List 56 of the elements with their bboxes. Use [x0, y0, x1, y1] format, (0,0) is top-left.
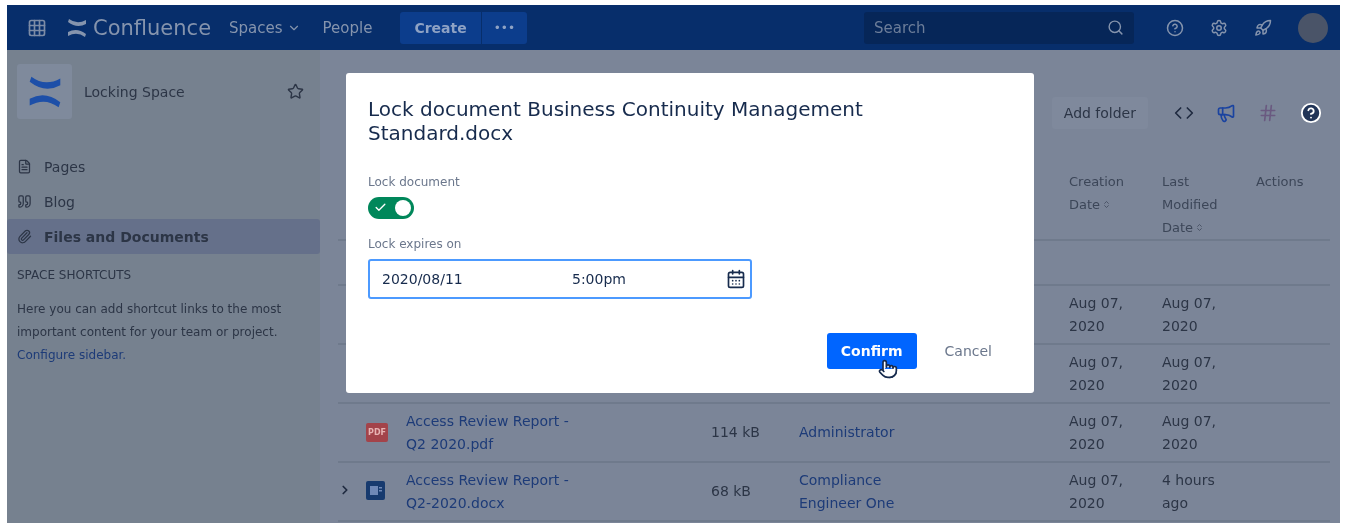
creation-date: Aug 07, 2020	[1069, 293, 1125, 336]
column-header[interactable]: Creation Date	[1069, 164, 1162, 216]
creation-date: Aug 07, 2020	[1069, 352, 1125, 395]
product-name: Confluence	[93, 15, 212, 40]
section-heading: SPACE SHORTCUTS	[17, 268, 133, 282]
creation-date: Aug 07, 2020	[1069, 411, 1125, 454]
nav-link[interactable]: Spaces	[225, 14, 305, 41]
field-label: Lock expires on	[368, 237, 463, 251]
creation-date: Aug 07, 2020	[1069, 470, 1125, 513]
search-icon	[1107, 19, 1124, 36]
configure-sidebar-link[interactable]: Configure sidebar.	[17, 348, 127, 362]
rocket-icon[interactable]	[1254, 18, 1272, 37]
file-name-link[interactable]: Access Review Report - Q2-2020.docx	[406, 468, 586, 515]
creator-link[interactable]: Compliance Engineer One	[799, 468, 909, 515]
pointer-hand-icon	[878, 359, 898, 379]
settings-icon[interactable]	[1210, 18, 1228, 37]
sidebar-item[interactable]: Files and Documents	[7, 219, 320, 254]
search-field[interactable]: Search	[864, 11, 1134, 44]
space-name: Locking Space	[84, 83, 186, 100]
check-icon	[374, 201, 387, 214]
dialog-title: Lock document Business Continuity Management Standard.docx	[368, 97, 864, 145]
sidebar-item[interactable]: Pages	[7, 149, 320, 184]
creator-link[interactable]: Administrator	[799, 421, 909, 444]
word-document-icon	[366, 480, 385, 500]
column-header: Actions	[1256, 173, 1305, 191]
page-icon	[17, 159, 32, 174]
confirm-button[interactable]: Confirm	[826, 333, 917, 369]
paperclip-icon	[17, 229, 32, 244]
create-button[interactable]: Create	[400, 11, 481, 44]
file-name-link[interactable]: Access Review Report - Q2 2020.pdf	[406, 409, 586, 456]
pdf-file-icon: PDF	[366, 423, 388, 442]
modified-date: Aug 07, 2020	[1162, 293, 1218, 336]
modified-date: 4 hours ago	[1162, 470, 1216, 513]
sort-icon	[1102, 200, 1112, 209]
lock-toggle[interactable]	[368, 197, 414, 219]
column-header[interactable]: Last Modified Date	[1162, 164, 1256, 239]
modified-date: Aug 07, 2020	[1162, 352, 1218, 395]
more-button[interactable]: •••	[481, 11, 527, 44]
nav-link[interactable]: People	[318, 14, 377, 41]
star-icon[interactable]	[287, 83, 304, 100]
calendar-icon[interactable]	[726, 269, 746, 289]
field-label: Lock document	[368, 175, 461, 189]
add-folder-button[interactable]: Add folder	[1051, 97, 1148, 129]
sidebar-item[interactable]: Blog	[7, 184, 320, 219]
space-logo	[17, 64, 72, 119]
cancel-button[interactable]: Cancel	[938, 342, 998, 360]
modified-date: Aug 07, 2020	[1162, 411, 1218, 454]
file-size: 114 kB	[711, 423, 761, 442]
confluence-logo-icon	[67, 18, 87, 37]
app-switcher-icon[interactable]	[27, 17, 47, 38]
file-size: 68 kB	[711, 482, 752, 501]
sort-icon	[1195, 223, 1205, 232]
shortcuts-description: Here you can add shortcut links to the most important content for your team or project. Configure sidebar.	[17, 301, 283, 364]
quote-icon	[17, 194, 32, 209]
megaphone-icon[interactable]	[1216, 103, 1236, 123]
date-time-field[interactable]: 2020/08/11 5:00pm	[368, 259, 752, 299]
